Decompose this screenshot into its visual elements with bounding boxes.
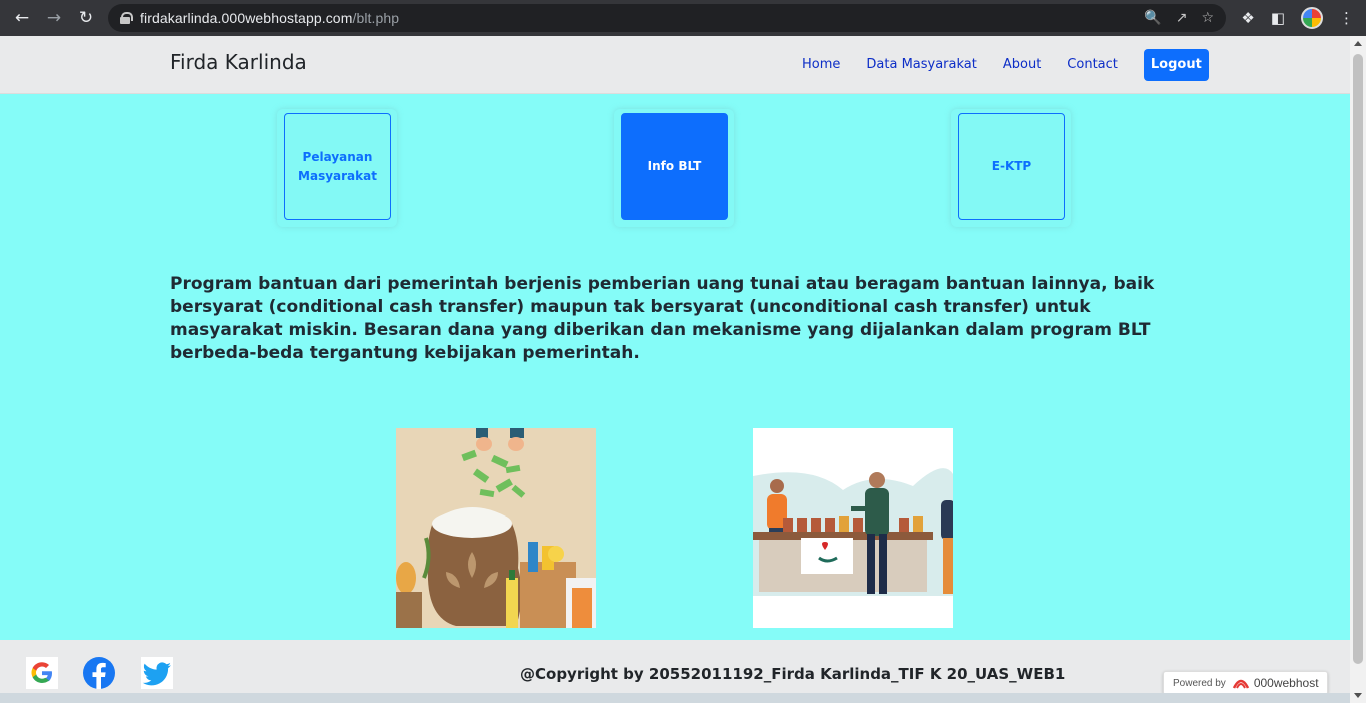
profile-avatar[interactable] [1301, 7, 1323, 29]
os-taskbar-strip [0, 693, 1350, 703]
card-wrapper-ektp: E-KTP [951, 109, 1071, 227]
page-scrollbar[interactable] [1350, 36, 1366, 703]
powered-by-host: 000webhost [1253, 676, 1319, 690]
omnibox-actions: 🔍 ↗ ☆ [1144, 10, 1214, 26]
browser-chrome: ← → ↻ firdakarlinda.000webhostapp.com/bl… [0, 0, 1366, 36]
nav-link-contact[interactable]: Contact [1067, 49, 1118, 81]
twitter-icon[interactable] [141, 657, 173, 689]
card-e-ktp[interactable]: E-KTP [958, 113, 1065, 220]
menu-kebab-icon[interactable]: ⋮ [1339, 9, 1354, 27]
zoom-icon[interactable]: 🔍 [1144, 10, 1161, 26]
blt-description: Program bantuan dari pemerintah berjenis… [170, 274, 1155, 363]
charity-stall-illustration [753, 428, 953, 628]
nav-link-home[interactable]: Home [802, 49, 840, 81]
scroll-up-arrow-icon[interactable] [1354, 41, 1362, 46]
brand-title[interactable]: Firda Karlinda [170, 50, 307, 74]
card-wrapper-info-blt: Info BLT [614, 109, 734, 227]
powered-by-label: Powered by [1173, 677, 1226, 689]
card-wrapper-pelayanan: Pelayanan Masyarakat [277, 109, 397, 227]
scrollbar-thumb[interactable] [1353, 54, 1363, 664]
nav-link-about[interactable]: About [1003, 49, 1041, 81]
share-icon[interactable]: ↗ [1176, 10, 1188, 26]
toolbar-extensions: ❖ ◧ ⋮ [1241, 7, 1354, 29]
extensions-puzzle-icon[interactable]: ❖ [1241, 9, 1254, 27]
copyright-text: @Copyright by 20552011192_Firda Karlinda… [520, 665, 1066, 683]
side-panel-icon[interactable]: ◧ [1271, 9, 1285, 27]
nav-link-data-masyarakat[interactable]: Data Masyarakat [866, 49, 976, 81]
url-host: firdakarlinda.000webhostapp.com [140, 10, 353, 26]
card-info-blt[interactable]: Info BLT [621, 113, 728, 220]
facebook-icon[interactable] [83, 657, 115, 689]
reload-icon[interactable]: ↻ [75, 7, 97, 29]
bookmark-star-icon[interactable]: ☆ [1201, 10, 1214, 26]
scroll-down-arrow-icon[interactable] [1354, 693, 1362, 698]
back-icon[interactable]: ← [11, 7, 33, 29]
card-pelayanan-masyarakat[interactable]: Pelayanan Masyarakat [284, 113, 391, 220]
groceries-money-illustration [396, 428, 596, 628]
powered-by-badge[interactable]: Powered by 000webhost [1163, 671, 1328, 695]
google-icon[interactable] [26, 657, 58, 689]
page-viewport: Firda Karlinda Home Data Masyarakat Abou… [0, 36, 1350, 703]
address-bar[interactable]: firdakarlinda.000webhostapp.com/blt.php … [108, 4, 1226, 32]
forward-icon[interactable]: → [43, 7, 65, 29]
url-path: /blt.php [352, 10, 400, 26]
webhost-logo-icon [1232, 679, 1249, 689]
lock-icon [120, 12, 133, 24]
nav-links: Home Data Masyarakat About Contact Logou… [802, 49, 1209, 81]
logout-button[interactable]: Logout [1143, 49, 1209, 81]
url-text: firdakarlinda.000webhostapp.com/blt.php [140, 10, 399, 26]
navbar: Firda Karlinda Home Data Masyarakat Abou… [0, 36, 1350, 94]
